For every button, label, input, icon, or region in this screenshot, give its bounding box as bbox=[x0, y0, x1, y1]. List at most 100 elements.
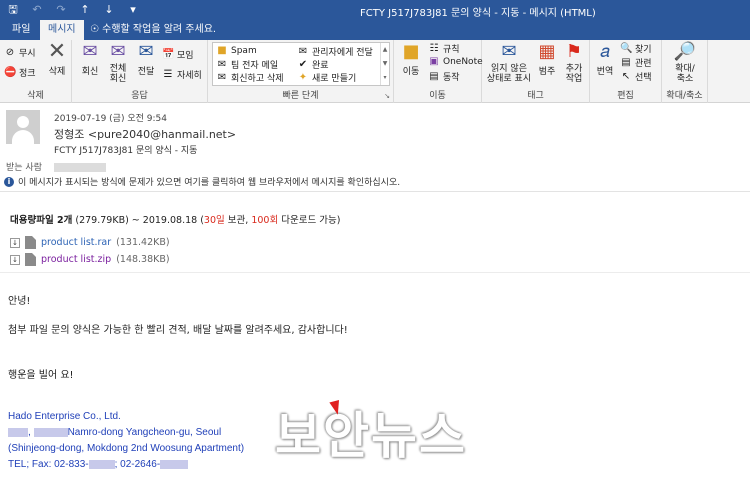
dialog-launcher-icon[interactable]: ↘ bbox=[384, 92, 390, 100]
recipient-label: 받는 사람 bbox=[6, 163, 42, 173]
attachment-size: (148.38KB) bbox=[116, 254, 170, 265]
actions-icon: ▤ bbox=[429, 71, 439, 82]
body-request: 첨부 파일 문의 양식은 가능한 한 빨리 견적, 배달 날짜를 알려주세요, … bbox=[8, 325, 348, 336]
archive-file-icon bbox=[25, 253, 36, 266]
group-edit: 𝑎 번역 🔍 찾기 ▤ 관련 ↖ 선택 편집 bbox=[590, 40, 662, 103]
attachment-name[interactable]: product list.zip bbox=[41, 254, 111, 265]
redo-icon[interactable]: ↷ bbox=[54, 3, 68, 17]
actions-button[interactable]: ▤ 동작 bbox=[428, 70, 459, 83]
delete-icon: ✕ bbox=[47, 39, 67, 64]
attachment-name[interactable]: product list.rar bbox=[41, 237, 111, 248]
quick-step-done[interactable]: ✔ 완료 bbox=[297, 58, 329, 71]
up-arrow-icon[interactable]: ↑ bbox=[78, 3, 92, 17]
quick-access-toolbar: 🖫 ↶ ↷ ↑ ↓ ▾ bbox=[6, 3, 140, 17]
gallery-scroll[interactable]: ▲ ▼ ▾ bbox=[380, 43, 389, 85]
group-delete: ⊘ 무시 ⛔ 정크 ✕ 삭제 삭제 bbox=[0, 40, 72, 103]
select-icon: ↖ bbox=[621, 71, 631, 82]
ignore-button[interactable]: ⊘ 무시 bbox=[4, 46, 36, 59]
quick-step-team-email[interactable]: ✉ 팀 전자 메일 bbox=[216, 58, 278, 71]
group-respond: ✉ 회신 ✉ 전체 회신 ✉ 전달 📅 모임 ☰ 자세히 응답 bbox=[72, 40, 208, 103]
signature-address-line: Namro-dong Yangcheon-gu, Seoul bbox=[67, 427, 222, 438]
team-mail-icon: ✉ bbox=[217, 59, 227, 70]
reply-icon: ✉ bbox=[82, 41, 98, 62]
select-button[interactable]: ↖ 선택 bbox=[620, 70, 652, 83]
customize-icon[interactable]: ▾ bbox=[126, 3, 140, 17]
reply-delete-icon: ✉ bbox=[217, 72, 227, 83]
reply-all-button[interactable]: ✉ 전체 회신 bbox=[104, 41, 132, 85]
mark-unread-button[interactable]: ✉ 읽지 않은 상태로 표시 bbox=[484, 42, 534, 85]
signature-company: Hado Enterprise Co., Ltd. bbox=[8, 411, 121, 422]
zoom-label-2: 축소 bbox=[676, 74, 694, 84]
more-icon: ☰ bbox=[163, 69, 173, 80]
info-bar[interactable]: i 이 메시지가 표시되는 방식에 문제가 있으면 여기를 클릭하여 웹 브라우… bbox=[4, 175, 400, 188]
categorize-label: 범주 bbox=[538, 67, 556, 77]
quick-step-create-new[interactable]: ✦ 새로 만들기 bbox=[297, 71, 356, 84]
recipient-row: 받는 사람 bbox=[6, 160, 106, 173]
checkmark-icon: ✔ bbox=[298, 59, 308, 70]
ignore-label: 무시 bbox=[19, 49, 36, 59]
tab-message[interactable]: 메시지 bbox=[40, 20, 84, 40]
move-button[interactable]: ■ 이동 bbox=[398, 41, 424, 78]
forward-label: 전달 bbox=[137, 67, 155, 77]
save-icon[interactable]: 🖫 bbox=[6, 3, 20, 17]
attachments-divider bbox=[0, 272, 750, 273]
onenote-label: OneNote bbox=[443, 56, 483, 67]
rules-button[interactable]: ☷ 규칙 bbox=[428, 42, 460, 55]
delete-label: 삭제 bbox=[48, 67, 66, 77]
forward-button[interactable]: ✉ 전달 bbox=[132, 42, 160, 78]
archive-file-icon bbox=[25, 236, 36, 249]
move-label: 이동 bbox=[402, 67, 420, 77]
attachment-item[interactable]: ↓ product list.rar (131.42KB) bbox=[10, 236, 170, 249]
mark-unread-label-2: 상태로 표시 bbox=[486, 74, 532, 84]
reply-label: 회신 bbox=[81, 67, 99, 77]
quick-step-reply-delete[interactable]: ✉ 회신하고 삭제 bbox=[216, 71, 284, 84]
rules-icon: ☷ bbox=[429, 43, 439, 54]
attachment-item[interactable]: ↓ product list.zip (148.38KB) bbox=[10, 253, 170, 266]
zoom-button[interactable]: 🔎 확대/ 축소 bbox=[664, 42, 706, 85]
binoculars-icon: 🔍 bbox=[620, 43, 633, 54]
reply-button[interactable]: ✉ 회신 bbox=[76, 41, 104, 78]
meeting-button[interactable]: 📅 모임 bbox=[162, 48, 194, 61]
group-label-edit: 편집 bbox=[617, 91, 634, 101]
download-icon[interactable]: ↓ bbox=[10, 254, 20, 265]
quick-step-label: Spam bbox=[231, 45, 257, 56]
quick-step-spam[interactable]: ■ Spam bbox=[216, 45, 257, 56]
body-greeting: 안녕! bbox=[8, 296, 31, 307]
redacted-text bbox=[33, 427, 68, 437]
info-text: 이 메시지가 표시되는 방식에 문제가 있으면 여기를 클릭하여 웹 브라우저에… bbox=[18, 178, 401, 188]
tab-file[interactable]: 파일 bbox=[4, 20, 38, 40]
translate-label: 번역 bbox=[596, 67, 614, 77]
categorize-button[interactable]: ▦ 범주 bbox=[534, 42, 560, 78]
move-folder-icon: ■ bbox=[402, 41, 420, 62]
more-respond-button[interactable]: ☰ 자세히 bbox=[162, 68, 202, 81]
onenote-button[interactable]: ▣ OneNote bbox=[428, 56, 483, 67]
followup-button[interactable]: ⚑ 추가 작업 bbox=[560, 42, 588, 85]
quick-step-to-manager[interactable]: ✉ 관리자에게 전달 bbox=[297, 45, 373, 58]
related-button[interactable]: ▤ 관련 bbox=[620, 56, 652, 69]
followup-label-2: 작업 bbox=[565, 74, 583, 84]
junk-button[interactable]: ⛔ 정크 bbox=[4, 66, 36, 79]
redacted-text bbox=[8, 427, 28, 437]
translate-button[interactable]: 𝑎 번역 bbox=[592, 42, 618, 78]
group-move: ■ 이동 ☷ 규칙 ▣ OneNote ▤ 동작 이동 bbox=[394, 40, 483, 103]
quick-step-label: 관리자에게 전달 bbox=[312, 48, 373, 58]
redacted-text bbox=[88, 459, 115, 469]
undo-icon[interactable]: ↶ bbox=[30, 3, 44, 17]
reply-all-icon: ✉ bbox=[110, 41, 126, 62]
related-label: 관련 bbox=[635, 59, 652, 69]
find-button[interactable]: 🔍 찾기 bbox=[620, 42, 652, 55]
signature-address-2: (Shinjeong-dong, Mokdong 2nd Woosung Apa… bbox=[8, 443, 245, 454]
meeting-label: 모임 bbox=[177, 51, 194, 61]
sender-name[interactable]: 정형조 <pure2040@hanmail.net> bbox=[54, 126, 236, 142]
tell-me-box[interactable]: ☉ 수행할 작업을 알려 주세요. bbox=[90, 20, 216, 40]
redacted-text bbox=[160, 459, 189, 469]
attachments-title: 대용량파일 2개 (279.79KB) ~ 2019.08.18 (30일 보관… bbox=[10, 212, 340, 226]
download-icon[interactable]: ↓ bbox=[10, 237, 20, 248]
download-text: 다운로드 가능) bbox=[281, 215, 341, 226]
news-watermark: 보안뉴스 bbox=[275, 407, 467, 465]
delete-button[interactable]: ✕ 삭제 bbox=[44, 39, 70, 78]
sent-date: 2019-07-19 (금) 오전 9:54 bbox=[54, 114, 167, 124]
group-label-tags: 태그 bbox=[527, 91, 544, 101]
junk-label: 정크 bbox=[19, 69, 36, 79]
down-arrow-icon[interactable]: ↓ bbox=[102, 3, 116, 17]
